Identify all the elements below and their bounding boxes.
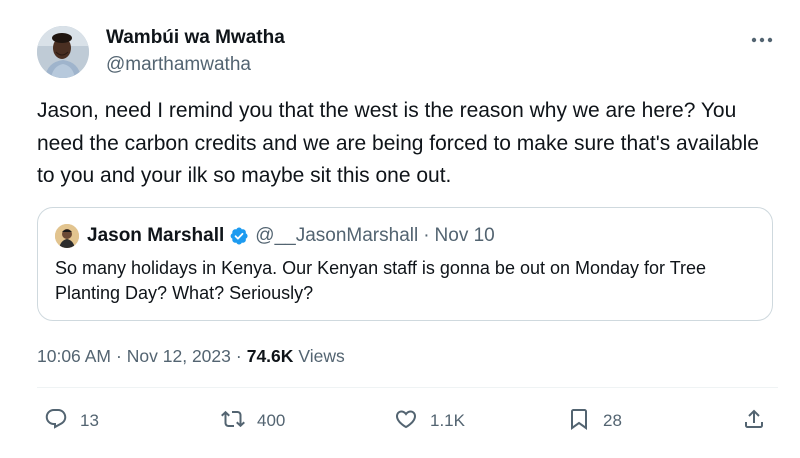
quoted-author-avatar[interactable] (55, 224, 79, 248)
reply-button[interactable]: 13 (44, 408, 99, 434)
quoted-tweet-date[interactable]: Nov 10 (435, 225, 495, 247)
bookmark-count: 28 (603, 411, 622, 430)
tweet: Wambúi wa Mwatha @marthamwatha Jason, ne… (0, 0, 800, 458)
separator-dot: · (115, 345, 122, 366)
verified-badge-icon (229, 226, 249, 246)
retweet-icon (221, 407, 245, 436)
tweet-text: Jason, need I remind you that the west i… (37, 99, 759, 187)
views-count[interactable]: 74.6K (247, 346, 294, 367)
views-label: Views (298, 345, 345, 366)
retweet-button[interactable]: 400 (221, 408, 285, 434)
tweet-time[interactable]: 10:06 AM (37, 346, 111, 367)
more-options-button[interactable] (746, 28, 778, 50)
quoted-tweet[interactable]: Jason Marshall @__JasonMarshall · Nov 10… (37, 207, 773, 321)
more-horizontal-icon (751, 30, 773, 48)
quoted-author-name[interactable]: Jason Marshall (87, 225, 224, 247)
like-count: 1.1K (430, 411, 465, 430)
heart-icon (394, 407, 418, 436)
author-name[interactable]: Wambúi wa Mwatha (106, 27, 285, 49)
divider (37, 387, 778, 388)
tweet-metadata: 10:06 AM · Nov 12, 2023 · 74.6K Views (37, 344, 345, 368)
share-icon (742, 407, 766, 436)
author-handle[interactable]: @marthamwatha (106, 54, 251, 76)
bookmark-button[interactable]: 28 (567, 408, 622, 434)
reply-count: 13 (80, 411, 99, 430)
tweet-date[interactable]: Nov 12, 2023 (127, 346, 231, 367)
author-avatar[interactable] (37, 26, 89, 78)
like-button[interactable]: 1.1K (394, 408, 465, 434)
separator-dot: · (423, 225, 430, 246)
quoted-tweet-text: So many holidays in Kenya. Our Kenyan st… (55, 258, 707, 303)
quoted-author-handle[interactable]: @__JasonMarshall (255, 225, 418, 247)
separator-dot: · (235, 345, 242, 366)
bookmark-icon (567, 407, 591, 436)
reply-icon (44, 407, 68, 436)
retweet-count: 400 (257, 411, 286, 430)
share-button[interactable] (742, 408, 766, 434)
quoted-tweet-header: Jason Marshall @__JasonMarshall · Nov 10 (87, 224, 495, 248)
